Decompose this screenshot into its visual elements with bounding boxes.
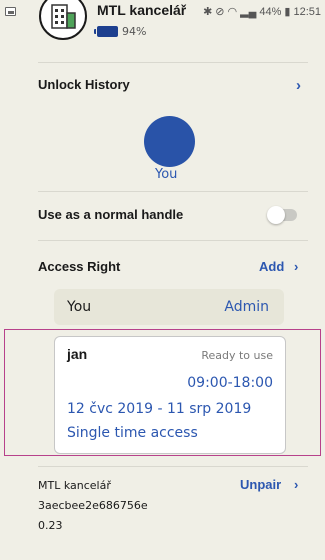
access-entry-jan[interactable]: jan Ready to use 09:00-18:00 12 čvc 2019… [54, 336, 286, 454]
access-entry-name: You [67, 299, 92, 315]
toggle-knob [267, 206, 285, 224]
unlock-history-chevron-icon[interactable]: › [296, 77, 301, 94]
device-version: 0.23 [38, 519, 63, 532]
divider [38, 191, 308, 192]
access-entry-you[interactable]: You Admin [54, 289, 284, 325]
access-entry-dates: 12 čvc 2019 - 11 srp 2019 [67, 401, 252, 417]
divider [38, 240, 308, 241]
device-id: 3aecbee2e686756e [38, 499, 148, 512]
access-entry-name: jan [67, 346, 88, 362]
divider [38, 62, 308, 63]
door-name: MTL kancelář [97, 2, 187, 18]
door-battery-percent: 94% [122, 25, 147, 38]
unpair-chevron-icon[interactable]: › [294, 477, 298, 492]
access-right-label: Access Right [38, 259, 121, 274]
divider [38, 466, 308, 467]
access-entry-type: Single time access [67, 425, 198, 441]
building-icon [51, 4, 76, 29]
door-avatar [39, 0, 87, 40]
user-avatar-circle[interactable] [144, 116, 195, 167]
add-access-chevron-icon[interactable]: › [294, 259, 298, 274]
unlock-history-label[interactable]: Unlock History [38, 77, 130, 92]
access-entry-time: 09:00-18:00 [187, 375, 273, 391]
door-header: MTL kancelář 94% [0, 0, 325, 54]
door-battery-icon [94, 26, 118, 37]
unpair-button[interactable]: Unpair [240, 477, 281, 492]
user-avatar-label: You [155, 167, 178, 182]
add-access-button[interactable]: Add [259, 259, 284, 274]
normal-handle-toggle[interactable] [267, 206, 297, 224]
normal-handle-label: Use as a normal handle [38, 207, 184, 222]
device-name: MTL kancelář [38, 479, 111, 492]
access-entry-role: Admin [224, 299, 269, 315]
access-entry-status: Ready to use [201, 349, 273, 362]
door-battery: 94% [94, 25, 147, 38]
